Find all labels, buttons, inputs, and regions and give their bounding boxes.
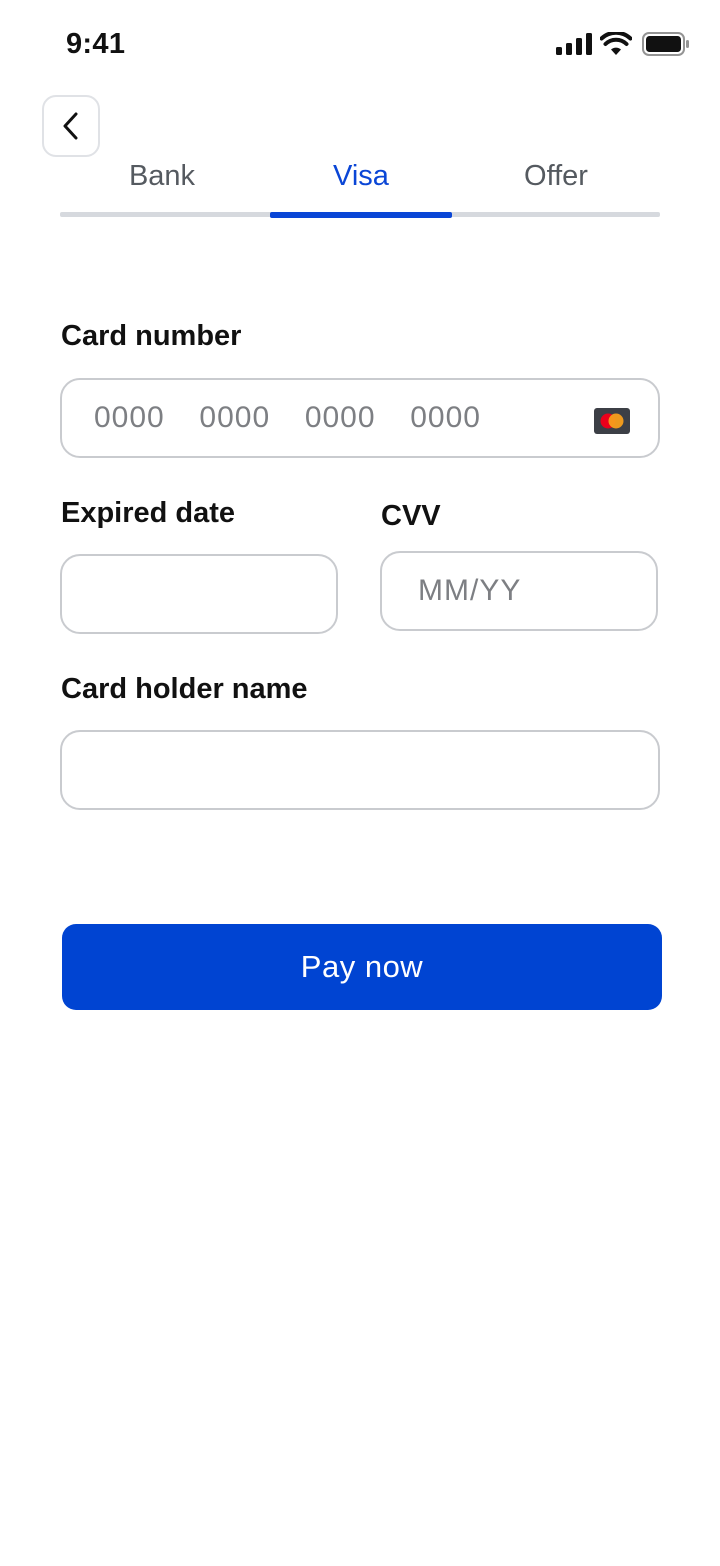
pay-now-button[interactable]: Pay now (62, 924, 662, 1010)
back-button[interactable] (42, 95, 100, 157)
tab-bank[interactable]: Bank (60, 160, 264, 193)
status-icons (556, 32, 690, 56)
status-time: 9:41 (66, 28, 126, 60)
card-number-field-container (60, 378, 660, 458)
expiry-input[interactable] (62, 556, 336, 632)
cvv-input[interactable] (382, 553, 656, 629)
tab-offer[interactable]: Offer (452, 160, 660, 193)
chevron-left-icon (63, 112, 78, 140)
expiry-label: Expired date (61, 497, 236, 529)
expiry-field-container (60, 554, 338, 634)
signal-icon (556, 33, 592, 55)
cvv-label: CVV (381, 500, 441, 532)
holder-name-input[interactable] (62, 732, 658, 808)
payment-screen: 9:41 Bank Visa Offer Card number 0000 00… (0, 0, 720, 1566)
cvv-field-container (380, 551, 658, 631)
battery-icon (642, 32, 689, 56)
payment-method-tabs: Bank Visa Offer (60, 160, 660, 218)
card-number-input[interactable] (62, 380, 658, 456)
active-tab-indicator (270, 212, 452, 218)
holder-name-field-container (60, 730, 660, 810)
holder-name-label: Card holder name (61, 673, 308, 705)
card-number-label: Card number (61, 320, 242, 352)
mastercard-icon (594, 408, 630, 434)
wifi-icon (600, 32, 632, 55)
tab-visa[interactable]: Visa (270, 160, 452, 193)
